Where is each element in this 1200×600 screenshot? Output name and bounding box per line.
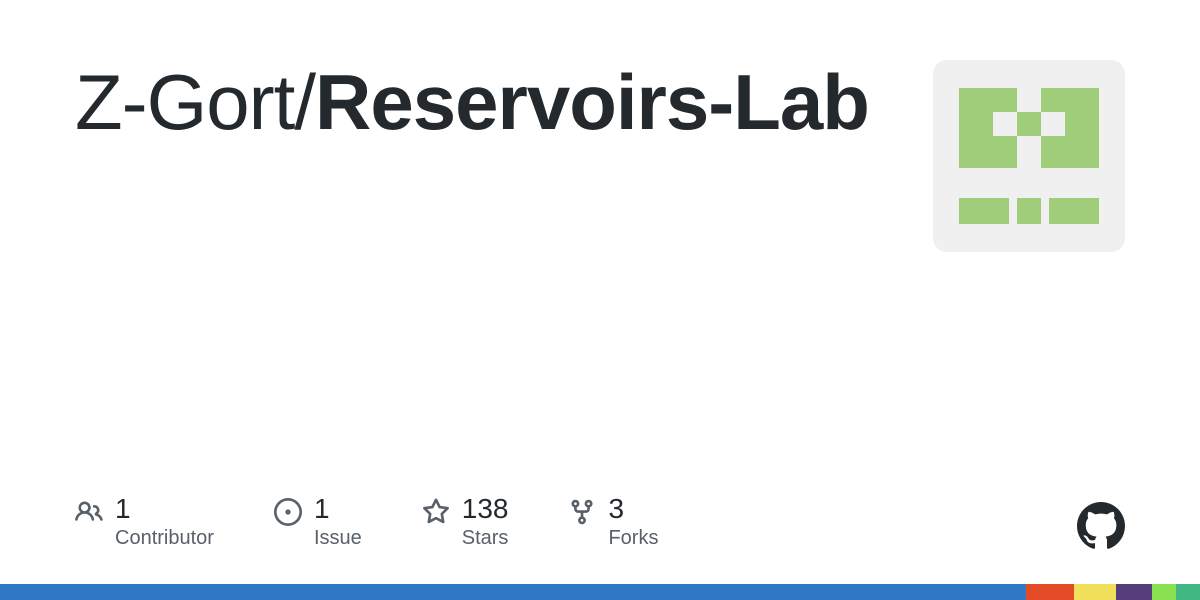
stat-forks[interactable]: 3 Forks	[568, 494, 658, 550]
repo-separator: /	[294, 58, 315, 146]
stat-issues[interactable]: 1 Issue	[274, 494, 362, 550]
language-segment[interactable]	[1026, 584, 1074, 600]
repo-name-suffix[interactable]: -Lab	[708, 58, 869, 146]
stars-value: 138	[462, 494, 509, 525]
language-bar	[0, 584, 1200, 600]
github-logo-icon[interactable]	[1077, 502, 1125, 550]
contributors-label: Contributor	[115, 527, 214, 550]
repo-stats: 1 Contributor 1 Issue 138 St	[75, 494, 658, 550]
forks-label: Forks	[608, 527, 658, 550]
language-segment[interactable]	[1074, 584, 1116, 600]
stat-contributors[interactable]: 1 Contributor	[75, 494, 214, 550]
stars-label: Stars	[462, 527, 509, 550]
language-segment[interactable]	[1176, 584, 1200, 600]
stat-stars[interactable]: 138 Stars	[422, 494, 509, 550]
language-segment[interactable]	[1152, 584, 1176, 600]
issue-icon	[274, 498, 302, 526]
star-icon	[422, 498, 450, 526]
forks-value: 3	[608, 494, 658, 525]
language-segment[interactable]	[1116, 584, 1152, 600]
people-icon	[75, 498, 103, 526]
repo-name-bold[interactable]: Reservoirs	[315, 58, 708, 146]
avatar[interactable]	[933, 60, 1125, 252]
repo-owner[interactable]: Z-Gort	[75, 58, 294, 146]
fork-icon	[568, 498, 596, 526]
repo-title: Z-Gort/Reservoirs-Lab	[75, 60, 869, 144]
issues-label: Issue	[314, 527, 362, 550]
issues-value: 1	[314, 494, 362, 525]
language-segment[interactable]	[0, 584, 1026, 600]
contributors-value: 1	[115, 494, 214, 525]
